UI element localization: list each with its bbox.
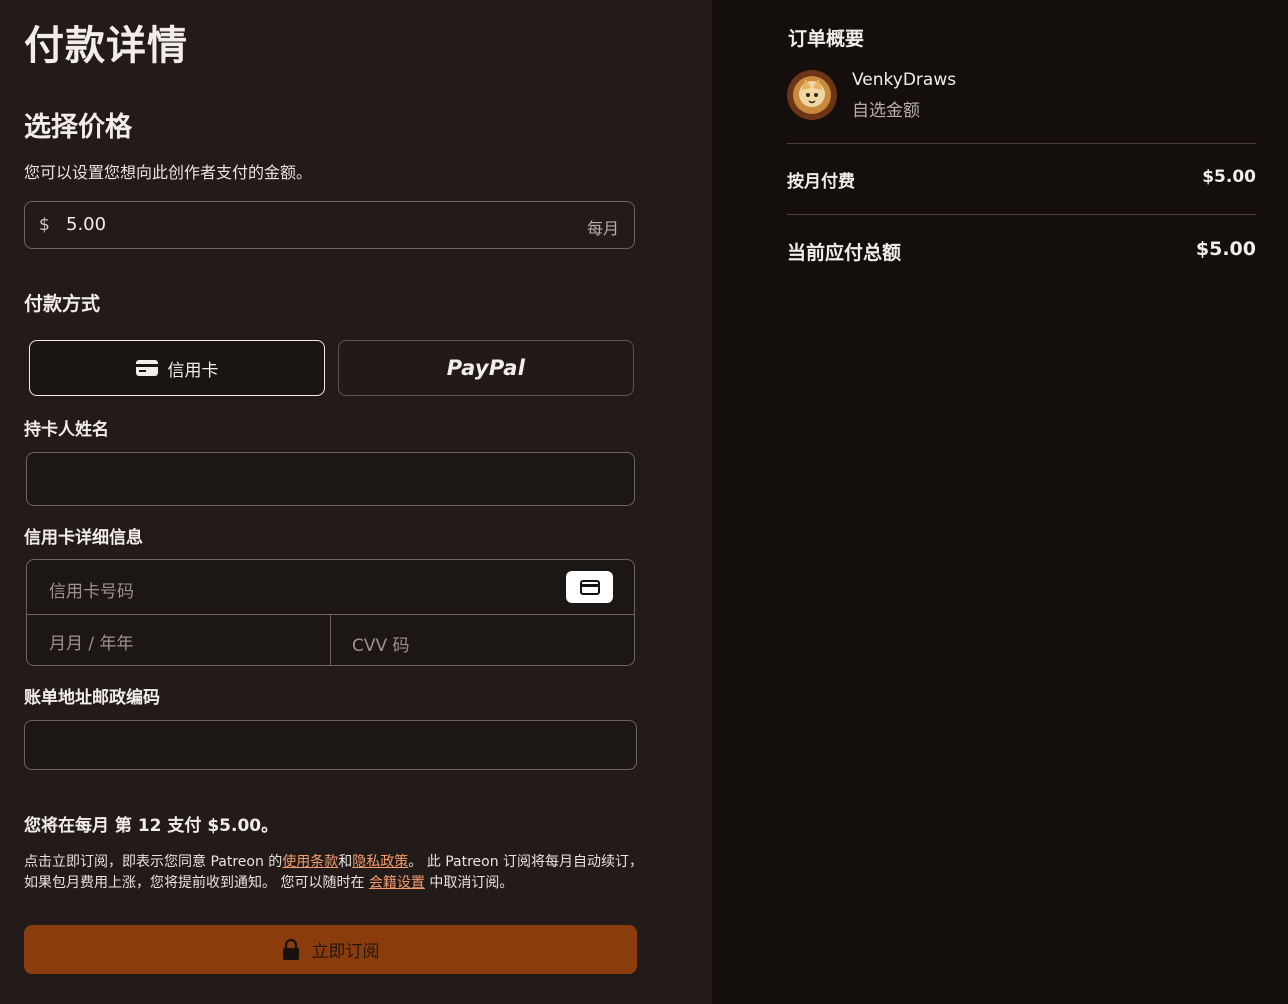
cvv-field[interactable]: CVV 码 <box>352 631 410 656</box>
price-period: 每月 <box>586 219 619 238</box>
subscribe-button[interactable]: 立即订阅 <box>24 925 637 974</box>
paypal-option-button[interactable]: PayPal <box>338 340 634 396</box>
subscribe-button-label: 立即订阅 <box>311 942 380 962</box>
payment-method-heading: 付款方式 <box>24 293 101 315</box>
total-due-label: 当前应付总额 <box>787 242 902 264</box>
order-summary-title: 订单概要 <box>788 28 865 50</box>
creator-name: VenkyDraws <box>852 70 957 90</box>
page-title: 付款详情 <box>24 23 188 69</box>
card-details-label: 信用卡详细信息 <box>24 528 143 548</box>
currency-symbol: $ <box>39 215 50 235</box>
terms-text-part1: 点击立即订阅，即表示您同意 Patreon 的 <box>24 854 283 870</box>
terms-text: 点击立即订阅，即表示您同意 Patreon 的使用条款和隐私政策。 此 Patr… <box>24 852 646 894</box>
card-field-divider <box>330 614 331 666</box>
terms-of-use-link[interactable]: 使用条款 <box>282 854 338 870</box>
monthly-billing-label: 按月付费 <box>787 172 855 192</box>
summary-divider-1 <box>787 143 1256 144</box>
lock-icon <box>282 938 300 961</box>
terms-text-and: 和 <box>338 854 353 870</box>
terms-text-part3: 中取消订阅。 <box>424 875 514 891</box>
choose-price-heading: 选择价格 <box>24 112 132 143</box>
creator-tier: 自选金额 <box>852 101 920 121</box>
card-number-placeholder: 信用卡号码 <box>49 582 134 602</box>
expiry-field[interactable]: 月月 / 年年 <box>49 629 134 654</box>
choose-price-subtitle: 您可以设置您想向此创作者支付的金额。 <box>24 163 313 182</box>
creator-avatar <box>787 70 837 120</box>
order-summary-content: 订单概要 VenkyDraws 自选金额 按月付费 $5.00 当前应付总额 $… <box>712 0 1288 1004</box>
card-brand-icon <box>566 571 613 603</box>
paypal-logo: PayPal <box>446 356 526 380</box>
billing-note: 您将在每月 第 12 支付 $5.00。 <box>24 816 279 836</box>
postal-code-label: 账单地址邮政编码 <box>24 688 160 708</box>
privacy-policy-link[interactable]: 隐私政策 <box>352 854 408 870</box>
cardholder-name-label: 持卡人姓名 <box>24 420 109 440</box>
membership-settings-link[interactable]: 会籍设置 <box>369 875 425 891</box>
credit-card-icon <box>135 360 158 376</box>
cardholder-name-input[interactable] <box>26 452 635 506</box>
price-input[interactable]: $ 5.00 每月 <box>24 201 635 249</box>
card-number-field[interactable]: 信用卡号码 <box>27 560 634 615</box>
credit-card-option-label: 信用卡 <box>167 360 219 381</box>
summary-divider-2 <box>787 214 1256 215</box>
postal-code-input[interactable] <box>24 720 637 770</box>
monthly-billing-value: $5.00 <box>1202 167 1256 187</box>
price-amount[interactable]: 5.00 <box>66 214 106 235</box>
card-details-group: 信用卡号码 月月 / 年年 CVV 码 <box>26 559 635 666</box>
credit-card-option-button[interactable]: 信用卡 <box>29 340 325 396</box>
total-due-value: $5.00 <box>1195 238 1256 260</box>
